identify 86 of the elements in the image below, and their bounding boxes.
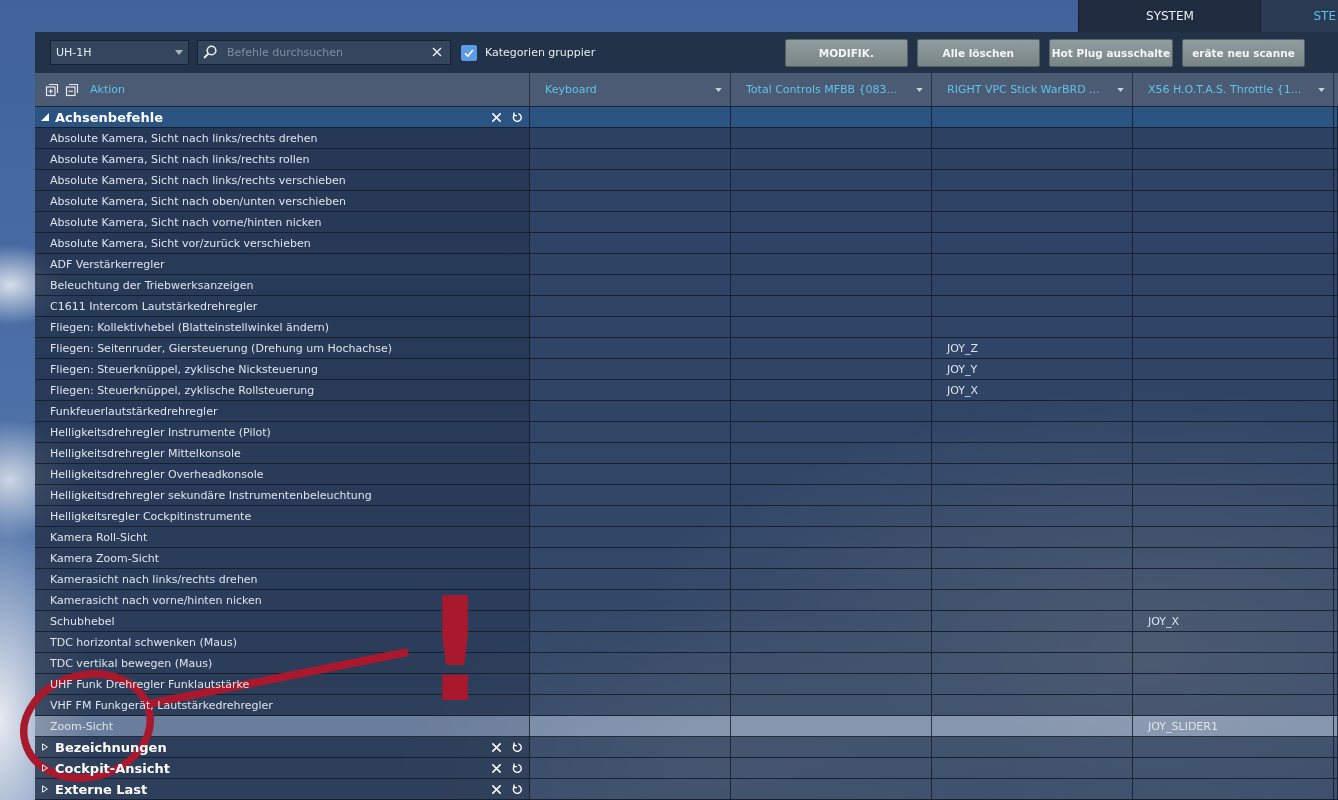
table-row[interactable]: Helligkeitsdrehregler Instrumente (Pilot) xyxy=(35,422,1338,443)
table-row[interactable]: Fliegen: Seitenruder, Giersteuerung (Drehung um Hochachse) JOY_Z xyxy=(35,338,1338,359)
action-label: Fliegen: Kollektivhebel (Blatteinstellwinkel ändern) xyxy=(50,320,330,334)
circular-arrow-icon[interactable] xyxy=(512,741,523,753)
column-header[interactable]: Aktion xyxy=(90,83,125,96)
caret-icon xyxy=(916,87,923,92)
action-label: Absolute Kamera, Sicht nach links/rechts drehen xyxy=(50,131,318,145)
table-row[interactable]: Fliegen: Steuerknüppel, zyklische Rollsteuerung JOY_X xyxy=(35,380,1338,401)
table-row[interactable]: Absolute Kamera, Sicht nach vorne/hinten nicken xyxy=(35,212,1338,233)
minus-squares-icon[interactable] xyxy=(65,82,79,97)
action-label: Helligkeitsdrehregler Mittelkonsole xyxy=(50,446,241,460)
action-label: Kamerasicht nach links/rechts drehen xyxy=(50,572,258,586)
tab[interactable]: STE xyxy=(1260,0,1338,32)
tab[interactable]: SYSTEM xyxy=(1078,0,1261,32)
table-row[interactable]: Helligkeitsdrehregler Overheadkonsole xyxy=(35,464,1338,485)
action-label: Fliegen: Steuerknüppel, zyklische Rollsteuerung xyxy=(50,383,315,397)
action-label: Helligkeitsdrehregler Overheadkonsole xyxy=(50,467,264,481)
action-label: Fliegen: Steuerknüppel, zyklische Nicksteuerung xyxy=(50,362,319,376)
table-row[interactable]: Fliegen: Kollektivhebel (Blatteinstellwinkel ändern) xyxy=(35,317,1338,338)
action-label: Absolute Kamera, Sicht nach links/rechts verschieben xyxy=(50,173,346,187)
table-row[interactable]: Kamera Roll-Sicht xyxy=(35,527,1338,548)
column-header[interactable]: RIGHT VPC Stick WarBRD ... xyxy=(932,73,1133,106)
binding-label: JOY_X xyxy=(947,383,979,397)
column-header[interactable]: Keyboard xyxy=(530,73,731,106)
table-row[interactable]: Helligkeitsdrehregler Mittelkonsole xyxy=(35,443,1338,464)
table-row[interactable]: Helligkeitsdrehregler sekundäre Instrumentenbeleuchtung xyxy=(35,485,1338,506)
table-row[interactable]: Beleuchtung der Triebwerksanzeigen xyxy=(35,275,1338,296)
caret-icon xyxy=(1117,87,1124,92)
caret-icon xyxy=(175,50,183,55)
action-label: Beleuchtung der Triebwerksanzeigen xyxy=(50,278,254,292)
close-icon[interactable] xyxy=(432,47,442,57)
table-row[interactable]: Helligkeitsregler Cockpitinstrumente xyxy=(35,506,1338,527)
table-row[interactable]: Absolute Kamera, Sicht nach links/rechts rollen xyxy=(35,149,1338,170)
table-row[interactable]: Funkfeuerlautstärkedrehregler xyxy=(35,401,1338,422)
action-label: Funkfeuerlautstärkedrehregler xyxy=(50,404,218,418)
action-label: TDC vertikal bewegen (Maus) xyxy=(50,656,213,670)
action-label: C1611 Intercom Lautstärkedrehregler xyxy=(50,299,258,313)
action-label: ADF Verstärkerregler xyxy=(50,257,165,271)
category-row[interactable]: Achsenbefehle xyxy=(35,107,1338,128)
table-row[interactable]: Fliegen: Steuerknüppel, zyklische Nicksteuerung JOY_Y xyxy=(35,359,1338,380)
action-label: Kamera Zoom-Sicht xyxy=(50,551,160,565)
category-title: Externe Last xyxy=(55,781,148,797)
binding-label: JOY_Z xyxy=(947,341,979,355)
action-label: Kamera Roll-Sicht xyxy=(50,530,148,544)
action-label: Helligkeitsdrehregler Instrumente (Pilot) xyxy=(50,425,271,439)
action-label: Kamerasicht nach vorne/hinten nicken xyxy=(50,593,262,607)
checkbox[interactable] xyxy=(461,44,477,61)
category-row[interactable]: Externe Last xyxy=(35,779,1338,800)
table-row[interactable]: Absolute Kamera, Sicht vor/zurück verschieben xyxy=(35,233,1338,254)
triangle-icon[interactable] xyxy=(41,113,49,121)
action-label: TDC horizontal schwenken (Maus) xyxy=(50,635,237,649)
triangle-outline-icon[interactable] xyxy=(41,785,49,793)
search-field[interactable]: Befehle durchsuchen xyxy=(197,40,451,65)
caret-icon xyxy=(715,87,722,92)
table-row[interactable]: Kamera Zoom-Sicht xyxy=(35,548,1338,569)
category-title: Achsenbefehle xyxy=(55,109,163,125)
binding-label: JOY_X xyxy=(1148,614,1180,628)
table-row[interactable]: ADF Verstärkerregler xyxy=(35,254,1338,275)
circular-arrow-icon[interactable] xyxy=(512,762,523,774)
table-row[interactable]: Kamerasicht nach links/rechts drehen xyxy=(35,569,1338,590)
table-row[interactable]: Absolute Kamera, Sicht nach links/rechts verschieben xyxy=(35,170,1338,191)
circular-arrow-icon[interactable] xyxy=(512,111,523,123)
action-label: Absolute Kamera, Sicht nach vorne/hinten nicken xyxy=(50,215,322,229)
table-row[interactable]: C1611 Intercom Lautstärkedrehregler xyxy=(35,296,1338,317)
table-row[interactable]: Absolute Kamera, Sicht nach oben/unten verschieben xyxy=(35,191,1338,212)
triangle-outline-icon[interactable] xyxy=(41,764,49,772)
action-label: Fliegen: Seitenruder, Giersteuerung (Drehung um Hochachse) xyxy=(50,341,393,355)
column-header[interactable]: X56 H.O.T.A.S. Throttle {1... xyxy=(1133,73,1334,106)
caret-icon xyxy=(1318,87,1325,92)
aircraft-dropdown[interactable]: UH-1H xyxy=(50,40,189,65)
plus-squares-icon[interactable] xyxy=(45,82,59,97)
action-label: Helligkeitsdrehregler sekundäre Instrumentenbeleuchtung xyxy=(50,488,372,502)
action-label: Helligkeitsregler Cockpitinstrumente xyxy=(50,509,252,523)
action-label: Schubhebel xyxy=(50,614,115,628)
search-icon xyxy=(203,45,217,59)
action-label: Absolute Kamera, Sicht nach links/rechts rollen xyxy=(50,152,310,166)
checkbox-label: Kategorien gruppier xyxy=(485,46,596,59)
action-label: Absolute Kamera, Sicht vor/zurück verschieben xyxy=(50,236,311,250)
column-header[interactable]: Total Controls MFBB {083... xyxy=(731,73,932,106)
action-label: Zoom-Sicht xyxy=(50,719,114,733)
table-row[interactable]: Absolute Kamera, Sicht nach links/rechts drehen xyxy=(35,128,1338,149)
binding-label: JOY_Y xyxy=(947,362,978,376)
binding-label: JOY_SLIDER1 xyxy=(1148,719,1218,733)
triangle-outline-icon[interactable] xyxy=(41,743,49,751)
action-label: Absolute Kamera, Sicht nach oben/unten verschieben xyxy=(50,194,346,208)
circular-arrow-icon[interactable] xyxy=(512,783,523,795)
